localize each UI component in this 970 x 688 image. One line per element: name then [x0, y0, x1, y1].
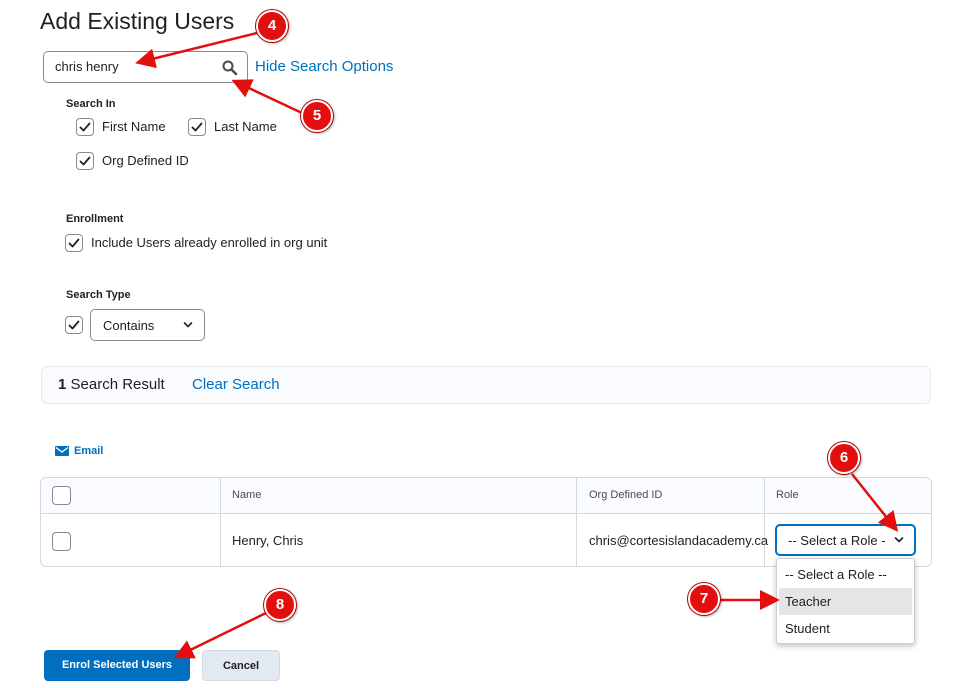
column-divider — [220, 478, 221, 566]
row-checkbox[interactable] — [52, 532, 71, 551]
search-type-value: Contains — [103, 318, 155, 333]
search-type-select[interactable]: Contains — [90, 309, 205, 341]
check-icon — [79, 122, 91, 132]
search-field[interactable] — [43, 51, 248, 83]
org-defined-id-checkbox[interactable] — [76, 152, 94, 170]
arrow-5 — [231, 79, 303, 115]
role-select[interactable]: -- Select a Role - — [775, 524, 916, 556]
cancel-button[interactable]: Cancel — [202, 650, 280, 681]
chevron-down-icon — [183, 322, 193, 328]
search-icon[interactable] — [221, 59, 239, 77]
result-count: 1 Search Result — [58, 376, 165, 393]
role-option-teacher[interactable]: Teacher — [779, 588, 912, 615]
org-defined-id-label: Org Defined ID — [102, 153, 189, 168]
search-in-label: Search In — [66, 98, 116, 110]
envelope-icon — [55, 446, 69, 456]
column-divider — [764, 478, 765, 566]
annotation-marker-8: 8 — [264, 589, 296, 621]
role-option-placeholder[interactable]: -- Select a Role -- — [779, 561, 912, 588]
annotation-marker-7: 7 — [688, 583, 720, 615]
last-name-checkbox[interactable] — [188, 118, 206, 136]
annotation-marker-4: 4 — [256, 10, 288, 42]
check-icon — [68, 238, 80, 248]
role-option-student[interactable]: Student — [779, 615, 912, 642]
search-type-label: Search Type — [66, 289, 131, 301]
search-type-checkbox[interactable] — [65, 316, 83, 334]
enrollment-label: Enrollment — [66, 213, 124, 225]
first-name-checkbox[interactable] — [76, 118, 94, 136]
last-name-label: Last Name — [214, 119, 277, 134]
search-input[interactable] — [55, 59, 215, 74]
first-name-label: First Name — [102, 119, 166, 134]
column-divider — [576, 478, 577, 566]
include-enrolled-label: Include Users already enrolled in org un… — [91, 235, 328, 250]
check-icon — [79, 156, 91, 166]
role-select-value: -- Select a Role - — [788, 533, 886, 548]
check-icon — [68, 320, 80, 330]
annotation-marker-6: 6 — [828, 442, 860, 474]
user-name: Henry, Chris — [232, 533, 304, 548]
check-icon — [191, 122, 203, 132]
user-org-id: chris@cortesislandacademy.ca — [589, 533, 769, 548]
hide-search-options-link[interactable]: Hide Search Options — [255, 58, 393, 75]
column-header-org-id: Org Defined ID — [589, 489, 663, 501]
role-dropdown: -- Select a Role -- Teacher Student — [776, 558, 915, 644]
select-all-checkbox[interactable] — [52, 486, 71, 505]
clear-search-link[interactable]: Clear Search — [192, 376, 280, 393]
column-header-role: Role — [776, 489, 799, 501]
page-title: Add Existing Users — [40, 8, 235, 34]
include-enrolled-checkbox[interactable] — [65, 234, 83, 252]
annotation-marker-5: 5 — [301, 100, 333, 132]
column-header-name: Name — [232, 489, 262, 501]
chevron-down-icon — [894, 537, 904, 543]
enrol-selected-users-button[interactable]: Enrol Selected Users — [44, 650, 190, 681]
email-label: Email — [74, 445, 104, 457]
email-button[interactable]: Email — [55, 445, 103, 457]
search-result-bar: 1 Search Result Clear Search — [41, 366, 931, 404]
